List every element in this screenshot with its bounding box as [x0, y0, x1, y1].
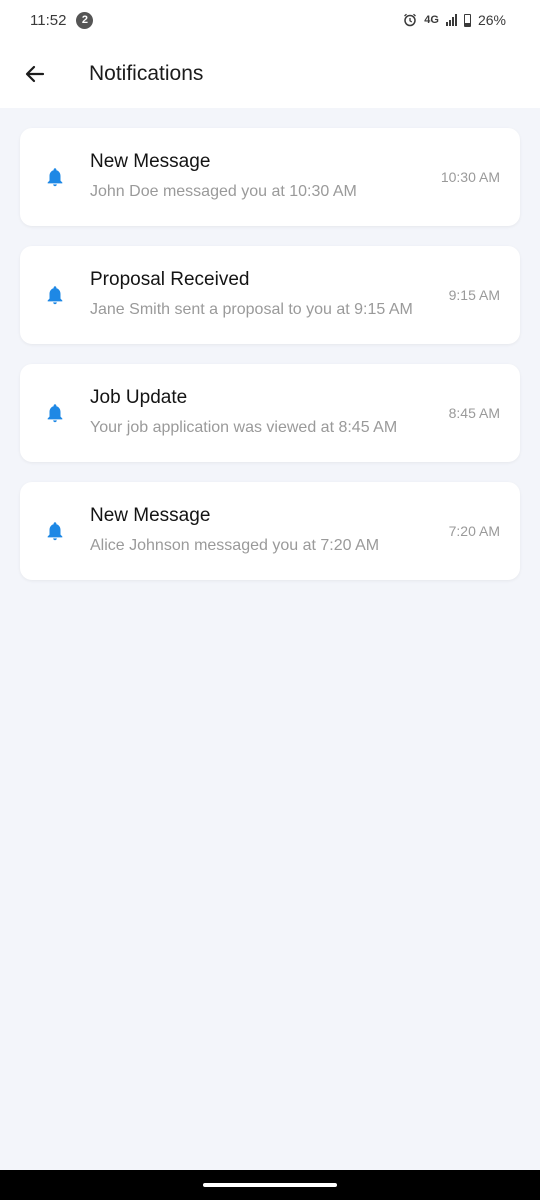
- notification-body: Alice Johnson messaged you at 7:20 AM: [90, 537, 380, 554]
- notification-card[interactable]: Proposal Received Jane Smith sent a prop…: [20, 246, 520, 344]
- home-gesture-handle[interactable]: [203, 1183, 337, 1187]
- notification-body: Jane Smith sent a proposal to you at 9:1…: [90, 301, 413, 318]
- notification-time: 9:15 AM: [448, 287, 500, 303]
- signal-icon: [445, 14, 457, 26]
- bell-icon: [47, 522, 63, 541]
- alarm-icon: [404, 13, 417, 27]
- notification-list: New Message John Doe messaged you at 10:…: [20, 128, 520, 600]
- battery-icon: [463, 13, 471, 27]
- bell-icon: [47, 404, 63, 423]
- notification-texts: Job Update Your job application was view…: [90, 386, 441, 440]
- arrow-back-icon: [25, 65, 45, 83]
- app-bar: Notifications: [0, 40, 540, 108]
- status-left: 11:52 2: [30, 11, 94, 29]
- bell-icon: [47, 168, 63, 187]
- status-bar: 11:52 2 4G 26%: [0, 0, 540, 40]
- notification-body: John Doe messaged you at 10:30 AM: [90, 183, 357, 200]
- battery-percent: 26%: [477, 12, 506, 28]
- bell-icon: [47, 286, 63, 305]
- notification-card[interactable]: New Message John Doe messaged you at 10:…: [20, 128, 520, 226]
- battery-fill: [464, 22, 470, 26]
- notification-card[interactable]: New Message Alice Johnson messaged you a…: [20, 482, 520, 580]
- notification-texts: New Message Alice Johnson messaged you a…: [90, 504, 441, 558]
- notification-title: Proposal Received: [90, 269, 250, 290]
- notification-time: 8:45 AM: [448, 405, 500, 421]
- back-button[interactable]: [0, 40, 70, 108]
- notification-time: 10:30 AM: [440, 169, 500, 185]
- system-nav-bar: [0, 1170, 540, 1200]
- notification-texts: New Message John Doe messaged you at 10:…: [90, 150, 433, 204]
- status-time: 11:52: [30, 11, 67, 29]
- notification-count-badge: 2: [76, 11, 94, 29]
- notification-title: New Message: [90, 151, 211, 172]
- notification-body: Your job application was viewed at 8:45 …: [90, 419, 398, 436]
- notification-title: Job Update: [90, 387, 188, 408]
- notification-time: 7:20 AM: [448, 523, 500, 539]
- notification-title: New Message: [90, 505, 211, 526]
- notification-card[interactable]: Job Update Your job application was view…: [20, 364, 520, 462]
- notification-texts: Proposal Received Jane Smith sent a prop…: [90, 268, 441, 322]
- network-type: 4G: [424, 14, 439, 26]
- page-title: Notifications: [89, 62, 204, 85]
- status-right: 4G 26%: [403, 12, 506, 28]
